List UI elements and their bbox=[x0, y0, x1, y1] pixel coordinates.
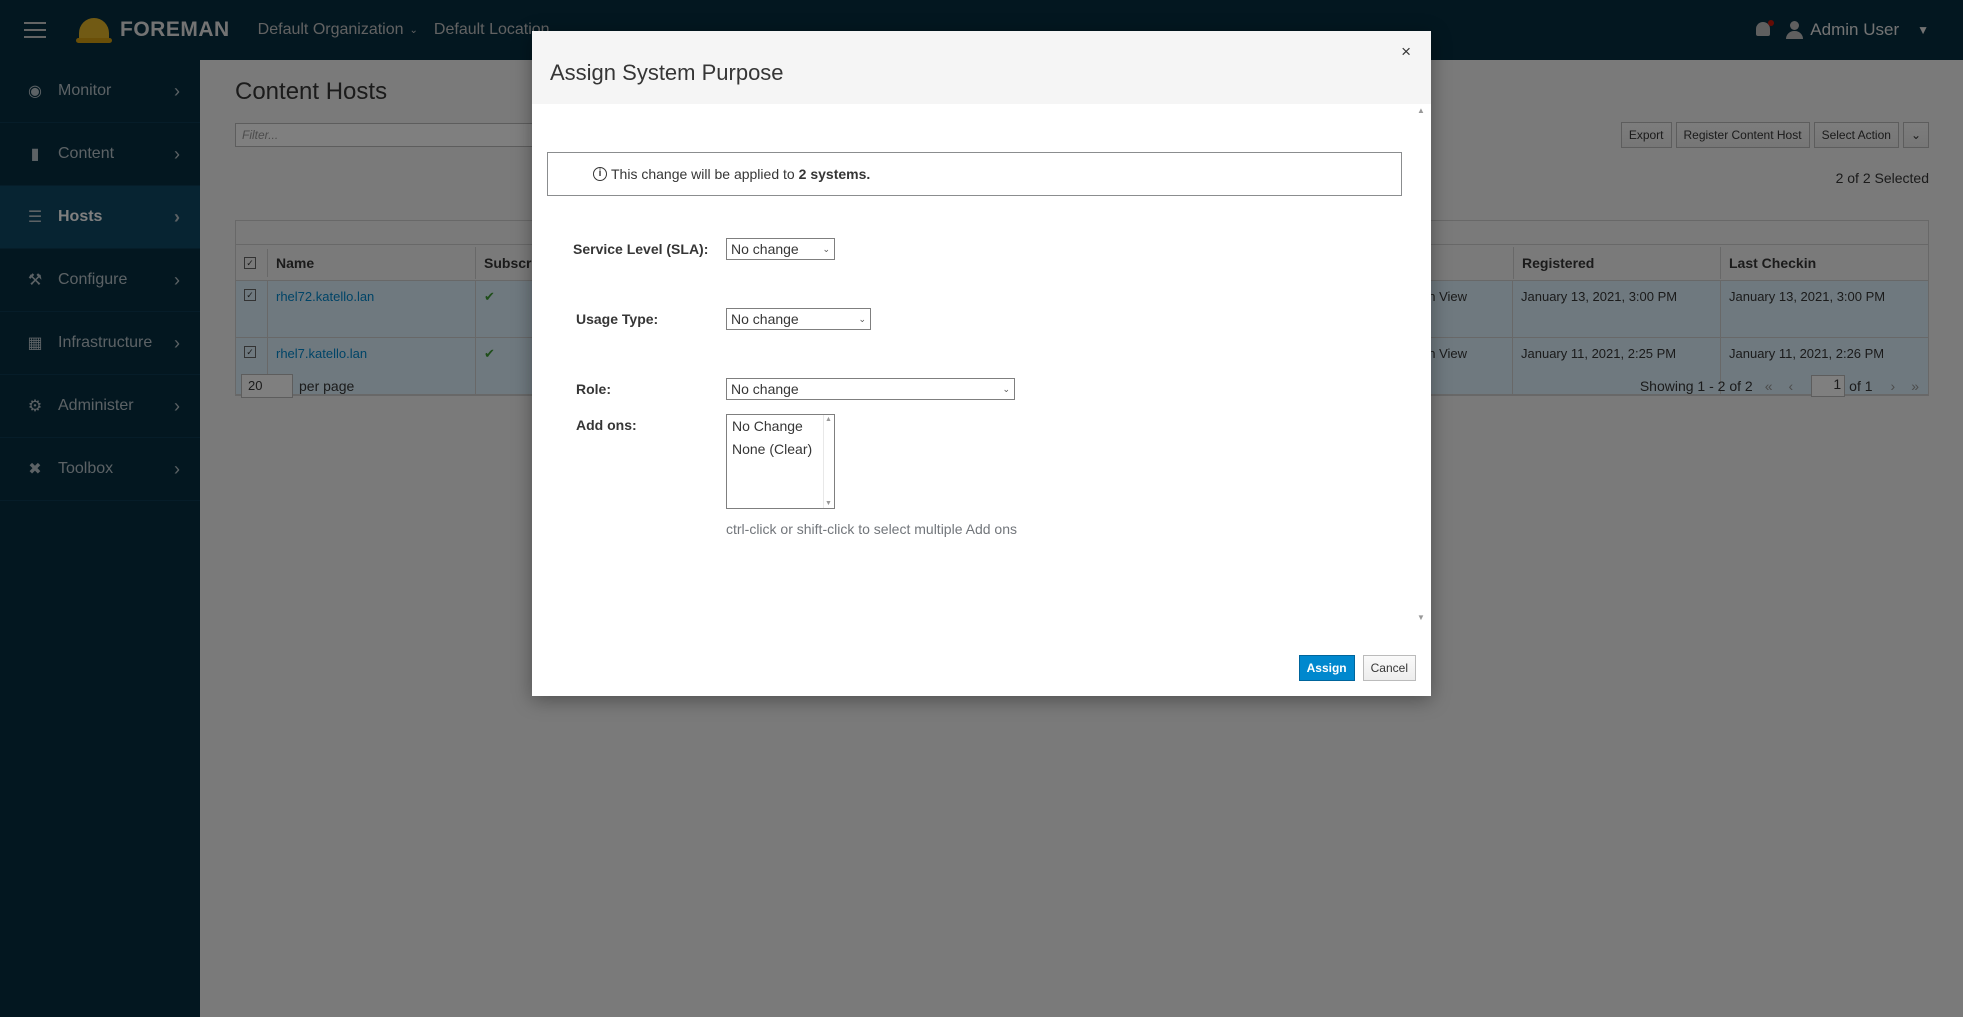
addon-option[interactable]: No Change bbox=[727, 415, 834, 438]
addons-label: Add ons: bbox=[576, 417, 637, 433]
alert-text: This change will be applied to bbox=[611, 166, 795, 182]
usage-type-row: Usage Type: No change ⌄ bbox=[576, 308, 871, 330]
chevron-down-icon: ⌄ bbox=[822, 243, 830, 254]
listbox-scrollbar[interactable]: ▲ ▼ bbox=[823, 415, 833, 508]
chevron-down-icon: ⌄ bbox=[1002, 383, 1010, 394]
role-select-value: No change bbox=[731, 381, 799, 397]
sla-select[interactable]: No change ⌄ bbox=[726, 238, 835, 260]
chevron-down-icon: ⌄ bbox=[858, 313, 866, 324]
modal-body: i This change will be applied to 2 syste… bbox=[532, 104, 1431, 630]
modal-title: Assign System Purpose bbox=[550, 60, 784, 85]
cancel-button[interactable]: Cancel bbox=[1362, 655, 1416, 681]
assign-button[interactable]: Assign bbox=[1298, 655, 1355, 681]
addons-listbox[interactable]: No Change None (Clear) ▲ ▼ bbox=[726, 414, 835, 509]
info-icon: i bbox=[593, 167, 607, 181]
alert-systems-count: 2 systems. bbox=[798, 166, 871, 182]
usage-type-select-value: No change bbox=[731, 311, 799, 327]
info-alert: i This change will be applied to 2 syste… bbox=[547, 152, 1402, 196]
role-select[interactable]: No change ⌄ bbox=[726, 378, 1015, 400]
sla-row: Service Level (SLA): No change ⌄ bbox=[573, 238, 835, 260]
sla-select-value: No change bbox=[731, 241, 799, 257]
close-icon[interactable]: × bbox=[1401, 42, 1411, 62]
role-row: Role: No change ⌄ bbox=[576, 378, 1015, 400]
modal-footer: Assign Cancel bbox=[1298, 655, 1416, 681]
assign-system-purpose-modal: Assign System Purpose × ▲ ▼ i This change… bbox=[532, 31, 1431, 696]
usage-type-select[interactable]: No change ⌄ bbox=[726, 308, 871, 330]
addons-row: Add ons: bbox=[576, 417, 728, 433]
usage-type-label: Usage Type: bbox=[576, 311, 659, 327]
role-label: Role: bbox=[576, 381, 611, 397]
modal-header: Assign System Purpose × bbox=[532, 31, 1431, 104]
addon-option[interactable]: None (Clear) bbox=[727, 438, 834, 461]
addons-hint: ctrl-click or shift-click to select mult… bbox=[726, 521, 1017, 537]
sla-label: Service Level (SLA): bbox=[573, 241, 709, 257]
